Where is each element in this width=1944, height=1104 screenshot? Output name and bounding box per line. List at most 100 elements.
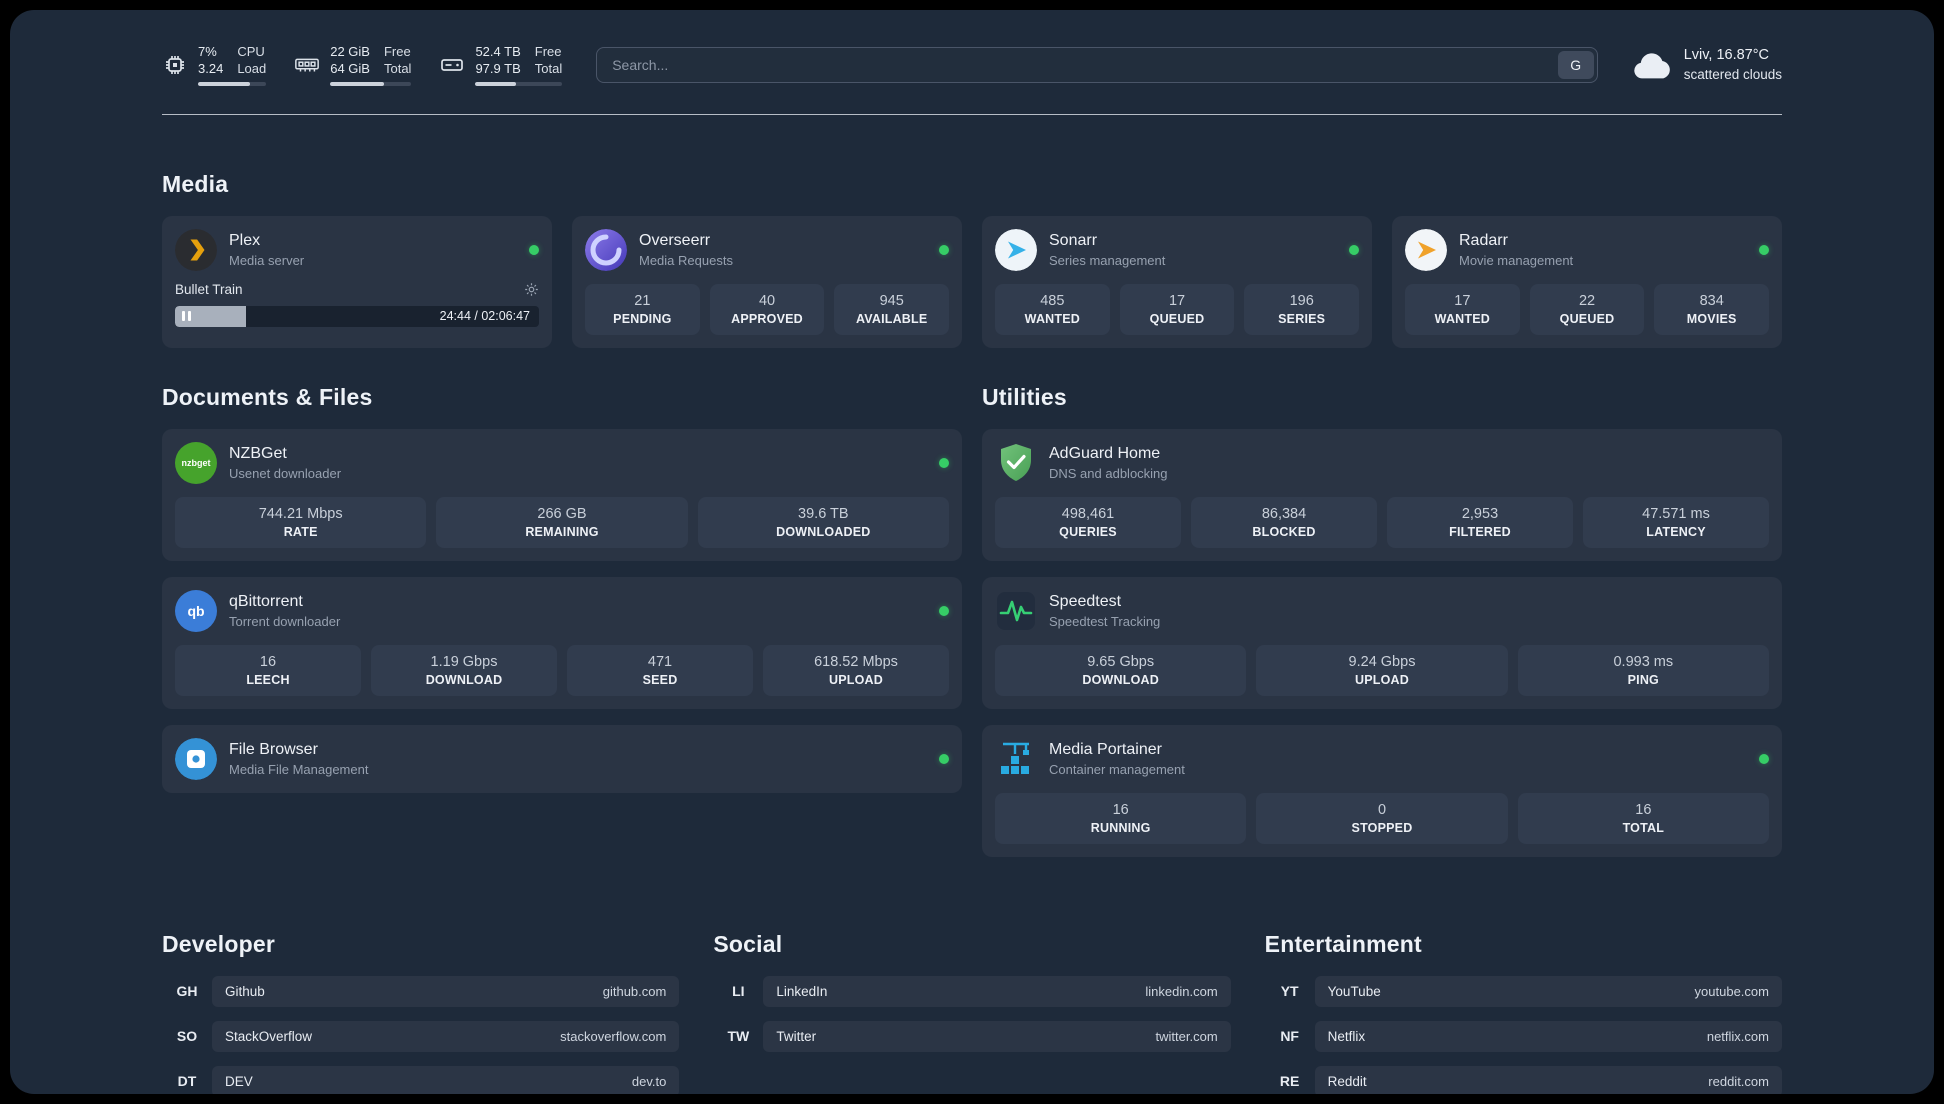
- pause-icon[interactable]: [182, 311, 191, 322]
- system-metrics: 7% 3.24 CPU Load 22 GiB 64 GiB Free Tota…: [162, 44, 563, 86]
- ram-free-label: Free: [383, 44, 411, 59]
- app-subtitle: Speedtest Tracking: [1049, 613, 1161, 629]
- app-name: Radarr: [1459, 231, 1508, 249]
- cpu-load-label: Load: [237, 60, 267, 76]
- bookmark-abbr: NF: [1280, 1028, 1299, 1045]
- stat-tile: 17 WANTED: [1405, 283, 1520, 335]
- service-card-filebrowser[interactable]: File Browser Media File Management: [162, 724, 962, 793]
- ram-metric: 22 GiB 64 GiB Free Total: [294, 44, 412, 86]
- stat-tile: 196 SERIES: [1244, 283, 1360, 335]
- ram-total-value: 64 GiB: [330, 60, 370, 76]
- stat-tile: 22 QUEUED: [1529, 283, 1645, 335]
- bookmark-twitter[interactable]: TW Twitter twitter.com: [713, 1020, 1231, 1052]
- dashboard: 7% 3.24 CPU Load 22 GiB 64 GiB Free Tota…: [10, 10, 1934, 1094]
- bookmark-url: stackoverflow.com: [560, 1028, 667, 1044]
- cpu-usage-bar: [198, 81, 267, 86]
- bookmark-name: YouTube: [1327, 983, 1381, 999]
- app-subtitle: Media File Management: [229, 761, 369, 777]
- ram-free-value: 22 GiB: [330, 44, 370, 59]
- bookmark-name: Twitter: [776, 1028, 817, 1044]
- stat-tile: 834 MOVIES: [1654, 283, 1770, 335]
- stat-tile: 47.571 ms LATENCY: [1583, 496, 1769, 548]
- weather-condition: scattered clouds: [1683, 66, 1782, 82]
- app-subtitle: Media Requests: [639, 252, 733, 268]
- cpu-load-value: 3.24: [198, 60, 224, 76]
- search-engine-button[interactable]: G: [1557, 50, 1594, 79]
- stat-tile: 471 SEED: [567, 644, 753, 696]
- ram-usage-fill: [330, 81, 384, 86]
- app-subtitle: Series management: [1049, 252, 1166, 268]
- stat-tile: 498,461 QUERIES: [995, 496, 1181, 548]
- disk-metric: 52.4 TB 97.9 TB Free Total: [439, 44, 563, 86]
- service-card-plex[interactable]: Plex Media server Bullet Train 24:44 / 0…: [162, 215, 552, 348]
- portainer-icon: [995, 738, 1037, 780]
- status-dot: [529, 244, 539, 255]
- ram-usage-bar: [330, 81, 412, 86]
- bookmark-abbr: TW: [727, 1028, 750, 1045]
- service-card-overseerr[interactable]: Overseerr Media Requests 21 PENDING 40 A…: [572, 215, 962, 348]
- bookmark-name: Reddit: [1327, 1073, 1367, 1089]
- app-subtitle: Container management: [1049, 761, 1185, 777]
- status-dot: [1759, 244, 1769, 255]
- stat-tile: 266 GB REMAINING: [436, 496, 688, 548]
- disk-free-label: Free: [534, 44, 562, 59]
- service-card-nzbget[interactable]: nzbget NZBGet Usenet downloader 744.21 M…: [162, 428, 962, 561]
- disk-usage-bar: [475, 81, 563, 86]
- bookmark-linkedin[interactable]: LI LinkedIn linkedin.com: [713, 975, 1231, 1007]
- nzbget-icon: nzbget: [175, 441, 217, 484]
- bookmark-reddit[interactable]: RE Reddit reddit.com: [1265, 1065, 1782, 1094]
- stat-tile: 16 RUNNING: [995, 792, 1247, 844]
- bookmark-youtube[interactable]: YT YouTube youtube.com: [1265, 975, 1782, 1007]
- weather-widget[interactable]: Lviv, 16.87°C scattered clouds: [1632, 46, 1782, 84]
- bookmark-name: StackOverflow: [225, 1028, 313, 1044]
- service-card-radarr[interactable]: Radarr Movie management 17 WANTED 22 QUE…: [1392, 215, 1782, 348]
- app-name: Overseerr: [639, 231, 711, 249]
- stat-tile: 945 AVAILABLE: [834, 283, 950, 335]
- bookmark-stackoverflow[interactable]: SO StackOverflow stackoverflow.com: [162, 1020, 680, 1052]
- service-card-qbittorrent[interactable]: qb qBittorrent Torrent downloader 16 LEE…: [162, 576, 962, 709]
- section-utilities: Utilities AdGuard Home DNS and adblockin…: [982, 384, 1782, 857]
- bookmark-netflix[interactable]: NF Netflix netflix.com: [1265, 1020, 1782, 1052]
- section-entertainment: Entertainment YT YouTube youtube.com NF …: [1265, 931, 1782, 1094]
- app-name: AdGuard Home: [1049, 444, 1161, 462]
- stat-tile: 16 LEECH: [175, 644, 361, 696]
- now-playing-title: Bullet Train: [175, 281, 243, 297]
- app-name: Media Portainer: [1049, 740, 1162, 758]
- disk-total-label: Total: [534, 60, 563, 76]
- gear-icon[interactable]: [524, 282, 539, 297]
- section-title-utilities: Utilities: [982, 383, 1067, 410]
- app-name: NZBGet: [229, 444, 287, 462]
- stat-tile: 21 PENDING: [585, 283, 700, 335]
- disk-usage-fill: [475, 81, 517, 86]
- service-card-speedtest[interactable]: Speedtest Speedtest Tracking 9.65 Gbps D…: [982, 576, 1782, 709]
- topbar: 7% 3.24 CPU Load 22 GiB 64 GiB Free Tota…: [162, 44, 1782, 86]
- stat-tile: 618.52 Mbps UPLOAD: [763, 644, 949, 696]
- cloud-icon: [1633, 53, 1670, 79]
- stat-tile: 1.19 Gbps DOWNLOAD: [371, 644, 557, 696]
- status-dot: [939, 605, 949, 616]
- plex-icon: [175, 228, 217, 271]
- bookmark-url: linkedin.com: [1145, 983, 1218, 999]
- app-name: Speedtest: [1049, 592, 1122, 610]
- service-card-portainer[interactable]: Media Portainer Container management 16 …: [982, 724, 1782, 857]
- service-card-adguard[interactable]: AdGuard Home DNS and adblocking 498,461 …: [982, 428, 1782, 561]
- playback-progress-bar[interactable]: 24:44 / 02:06:47: [175, 305, 539, 327]
- cpu-percent: 7%: [198, 44, 217, 59]
- service-card-sonarr[interactable]: Sonarr Series management 485 WANTED 17 Q…: [982, 215, 1372, 348]
- cpu-icon: [166, 55, 184, 74]
- bookmark-url: twitter.com: [1155, 1028, 1218, 1044]
- stat-tile: 86,384 BLOCKED: [1191, 496, 1377, 548]
- stat-tile: 0.993 ms PING: [1517, 644, 1769, 696]
- bookmark-dev[interactable]: DT DEV dev.to: [162, 1065, 680, 1094]
- bookmark-github[interactable]: GH Github github.com: [162, 975, 680, 1007]
- bookmark-abbr: LI: [732, 983, 745, 1000]
- search-input[interactable]: [600, 56, 1558, 73]
- app-name: Plex: [229, 231, 261, 249]
- section-documents: Documents & Files nzbget NZBGet Usenet d…: [162, 384, 962, 793]
- stat-tile: 485 WANTED: [995, 283, 1110, 335]
- bookmark-url: netflix.com: [1706, 1028, 1769, 1044]
- ram-icon: [295, 58, 320, 72]
- cpu-usage-fill: [198, 81, 250, 86]
- bookmark-name: LinkedIn: [776, 983, 828, 999]
- adguard-icon: [995, 442, 1037, 484]
